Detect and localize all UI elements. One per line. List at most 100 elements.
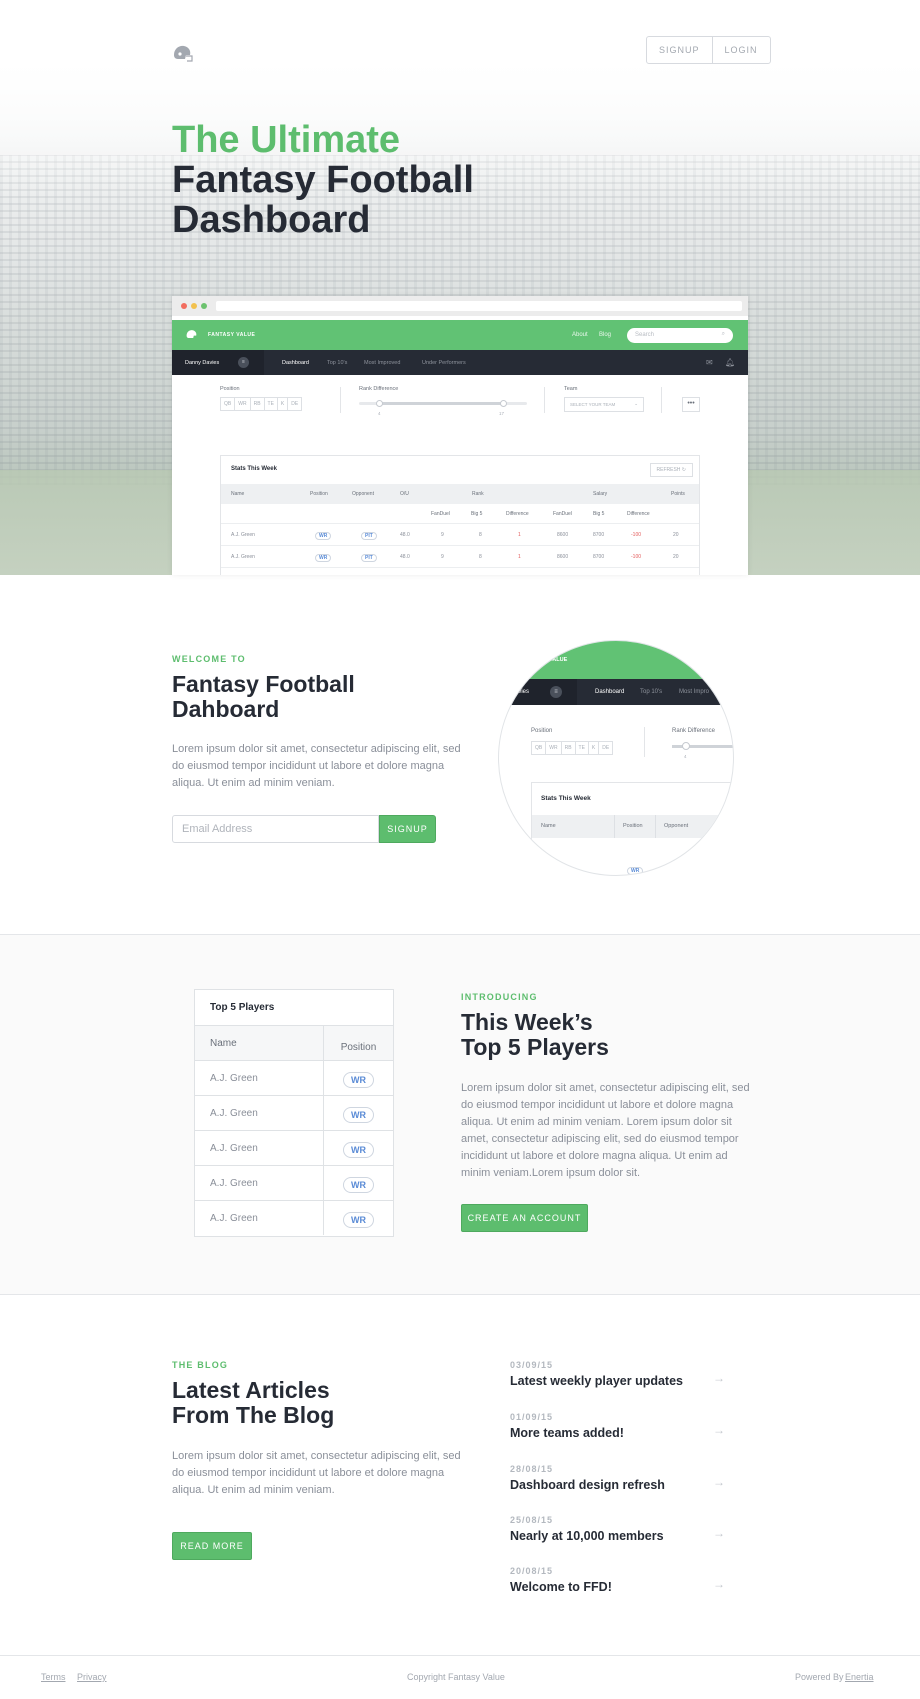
table-row[interactable]: A.J. Green WR xyxy=(195,1130,393,1165)
copyright-text: Copyright Fantasy Value xyxy=(407,1672,505,1682)
zoom-col-opponent: Opponent xyxy=(664,823,689,829)
cell-points: 20 xyxy=(673,532,679,538)
top5-table-title: Top 5 Players xyxy=(210,1002,275,1013)
chip-wr[interactable]: WR xyxy=(234,397,251,411)
table-row[interactable]: A.J. Green WR PIT 48.0 9 8 1 8600 8700 -… xyxy=(221,524,699,546)
th-salary-fanduel: FanDuel xyxy=(553,511,572,517)
table-row[interactable]: A.J. Green WR xyxy=(195,1095,393,1130)
refresh-icon: ↻ xyxy=(681,467,686,473)
dashboard-zoom-preview: VALUE avies ≡ Dashboard Top 10's Most Im… xyxy=(498,640,734,876)
cell-rank-diff: 1 xyxy=(518,532,521,538)
blog-post-item[interactable]: 20/08/15 Welcome to FFD! → xyxy=(510,1566,725,1606)
welcome-title-line-2: Dahboard xyxy=(172,696,280,722)
preview-tab-top10[interactable]: Top 10's xyxy=(327,360,347,366)
chip-rb[interactable]: RB xyxy=(249,397,265,411)
chip-te[interactable]: TE xyxy=(263,397,278,411)
blog-post-item[interactable]: 03/09/15 Latest weekly player updates → xyxy=(510,1360,725,1400)
arrow-right-icon[interactable]: → xyxy=(713,1577,725,1591)
blog-eyebrow: THE BLOG xyxy=(172,1360,229,1370)
cell-rank-big5: 8 xyxy=(479,554,482,560)
blog-post-item[interactable]: 01/09/15 More teams added! → xyxy=(510,1412,725,1452)
chip-qb: QB xyxy=(531,741,547,755)
cell-opponent: PIT xyxy=(361,532,377,540)
bell-icon[interactable]: 🔔︎ xyxy=(725,358,735,367)
create-account-button[interactable]: CREATE AN ACCOUNT xyxy=(461,1204,588,1232)
post-date: 25/08/15 xyxy=(510,1515,554,1525)
zoom-tab-most: Most Impro xyxy=(679,689,710,695)
blog-title-line-1: Latest Articles xyxy=(172,1377,330,1403)
post-title: Nearly at 10,000 members xyxy=(510,1529,664,1543)
player-name: A.J. Green xyxy=(210,1143,258,1154)
chip-wr: WR xyxy=(545,741,562,755)
blog-post-item[interactable]: 28/08/15 Dashboard design refresh → xyxy=(510,1464,725,1504)
th-position: Position xyxy=(310,491,328,497)
preview-search-input[interactable]: Search ⌕ xyxy=(627,328,733,343)
chip-qb[interactable]: QB xyxy=(220,397,236,411)
arrow-right-icon[interactable]: → xyxy=(713,1371,725,1385)
position-badge: WR xyxy=(343,1142,374,1158)
arrow-right-icon[interactable]: → xyxy=(713,1475,725,1489)
cell-opponent: PIT xyxy=(361,554,377,562)
cell-name: A.J. Green xyxy=(231,532,255,538)
post-title: Dashboard design refresh xyxy=(510,1478,665,1492)
helmet-logo-icon[interactable] xyxy=(172,44,194,64)
post-date: 03/09/15 xyxy=(510,1360,554,1370)
arrow-right-icon[interactable]: → xyxy=(713,1423,725,1437)
th-rank-fanduel: FanDuel xyxy=(431,511,450,517)
preview-team-select-value: SELECT YOUR TEAM xyxy=(570,402,616,407)
zoom-position-label: Position xyxy=(531,728,553,734)
hero-title-line-2: Fantasy Football xyxy=(172,159,474,201)
powered-by-text: Powered By xyxy=(795,1672,844,1682)
menu-icon[interactable]: ≡ xyxy=(238,357,249,368)
th-opponent: Opponent xyxy=(352,491,374,497)
top5-col-position: Position xyxy=(340,1042,377,1053)
cell-position: WR xyxy=(315,532,332,540)
chevron-down-icon: ⌄ xyxy=(634,401,638,406)
preview-nav-blog[interactable]: Blog xyxy=(599,332,611,338)
blog-title: Latest Articles From The Blog xyxy=(172,1378,334,1428)
preview-tab-dashboard[interactable]: Dashboard xyxy=(282,360,309,366)
terms-link[interactable]: Terms xyxy=(41,1672,66,1682)
mail-icon[interactable]: ✉ xyxy=(706,358,713,367)
post-date: 28/08/15 xyxy=(510,1464,554,1474)
zoom-tab-dashboard: Dashboard xyxy=(595,689,625,695)
preview-tab-most-improved[interactable]: Most Improved xyxy=(364,360,400,366)
preview-position-chips: QB WR RB TE K DE xyxy=(220,397,303,411)
top5-eyebrow: INTRODUCING xyxy=(461,992,538,1002)
slider-handle-max[interactable] xyxy=(500,400,507,407)
chip-te: TE xyxy=(574,741,589,755)
preview-table-title: Stats This Week xyxy=(231,466,277,472)
preview-user[interactable]: Danny Davies ≡ xyxy=(172,350,264,375)
email-input[interactable]: Email Address xyxy=(172,815,379,843)
position-badge: WR xyxy=(343,1177,374,1193)
preview-rank-slider[interactable] xyxy=(359,400,527,407)
arrow-right-icon[interactable]: → xyxy=(713,1526,725,1540)
privacy-link[interactable]: Privacy xyxy=(77,1672,107,1682)
enertia-link[interactable]: Enertia xyxy=(845,1672,874,1682)
table-row[interactable]: A.J. Green WR xyxy=(195,1200,393,1235)
browser-address-bar xyxy=(216,301,742,311)
preview-team-select[interactable]: SELECT YOUR TEAM ⌄ xyxy=(564,397,644,412)
signup-button[interactable]: SIGNUP xyxy=(647,37,712,63)
preview-user-name: Danny Davies xyxy=(185,360,220,366)
cell-ou: 48.0 xyxy=(400,554,410,560)
preview-nav-about[interactable]: About xyxy=(572,332,588,338)
chip-de[interactable]: DE xyxy=(287,397,303,411)
position-badge: WR xyxy=(343,1107,374,1123)
blog-post-item[interactable]: 25/08/15 Nearly at 10,000 members → xyxy=(510,1515,725,1555)
preview-refresh-button[interactable]: REFRESH ↻ xyxy=(649,463,693,477)
table-row[interactable]: A.J. Green WR PIT 48.0 9 8 1 8600 8700 -… xyxy=(221,546,699,568)
read-more-button[interactable]: READ MORE xyxy=(172,1532,252,1560)
more-options-icon[interactable]: ••• xyxy=(682,397,700,412)
preview-tab-under-performers[interactable]: Under Performers xyxy=(422,360,466,366)
table-row[interactable]: A.J. Green WR xyxy=(195,1165,393,1200)
zoom-tab-top: Top 10's xyxy=(640,689,663,695)
preview-rank-label: Rank Difference xyxy=(359,386,399,392)
hero-title: The Ultimate Fantasy Football Dashboard xyxy=(172,120,474,240)
table-row[interactable]: A.J. Green WR xyxy=(195,1060,393,1095)
email-signup-button[interactable]: SIGNUP xyxy=(379,815,436,843)
preview-navbar: FANTASY VALUE About Blog Search ⌕ xyxy=(172,320,748,350)
login-button[interactable]: LOGIN xyxy=(711,37,770,63)
slider-handle-min[interactable] xyxy=(376,400,383,407)
player-name: A.J. Green xyxy=(210,1073,258,1084)
